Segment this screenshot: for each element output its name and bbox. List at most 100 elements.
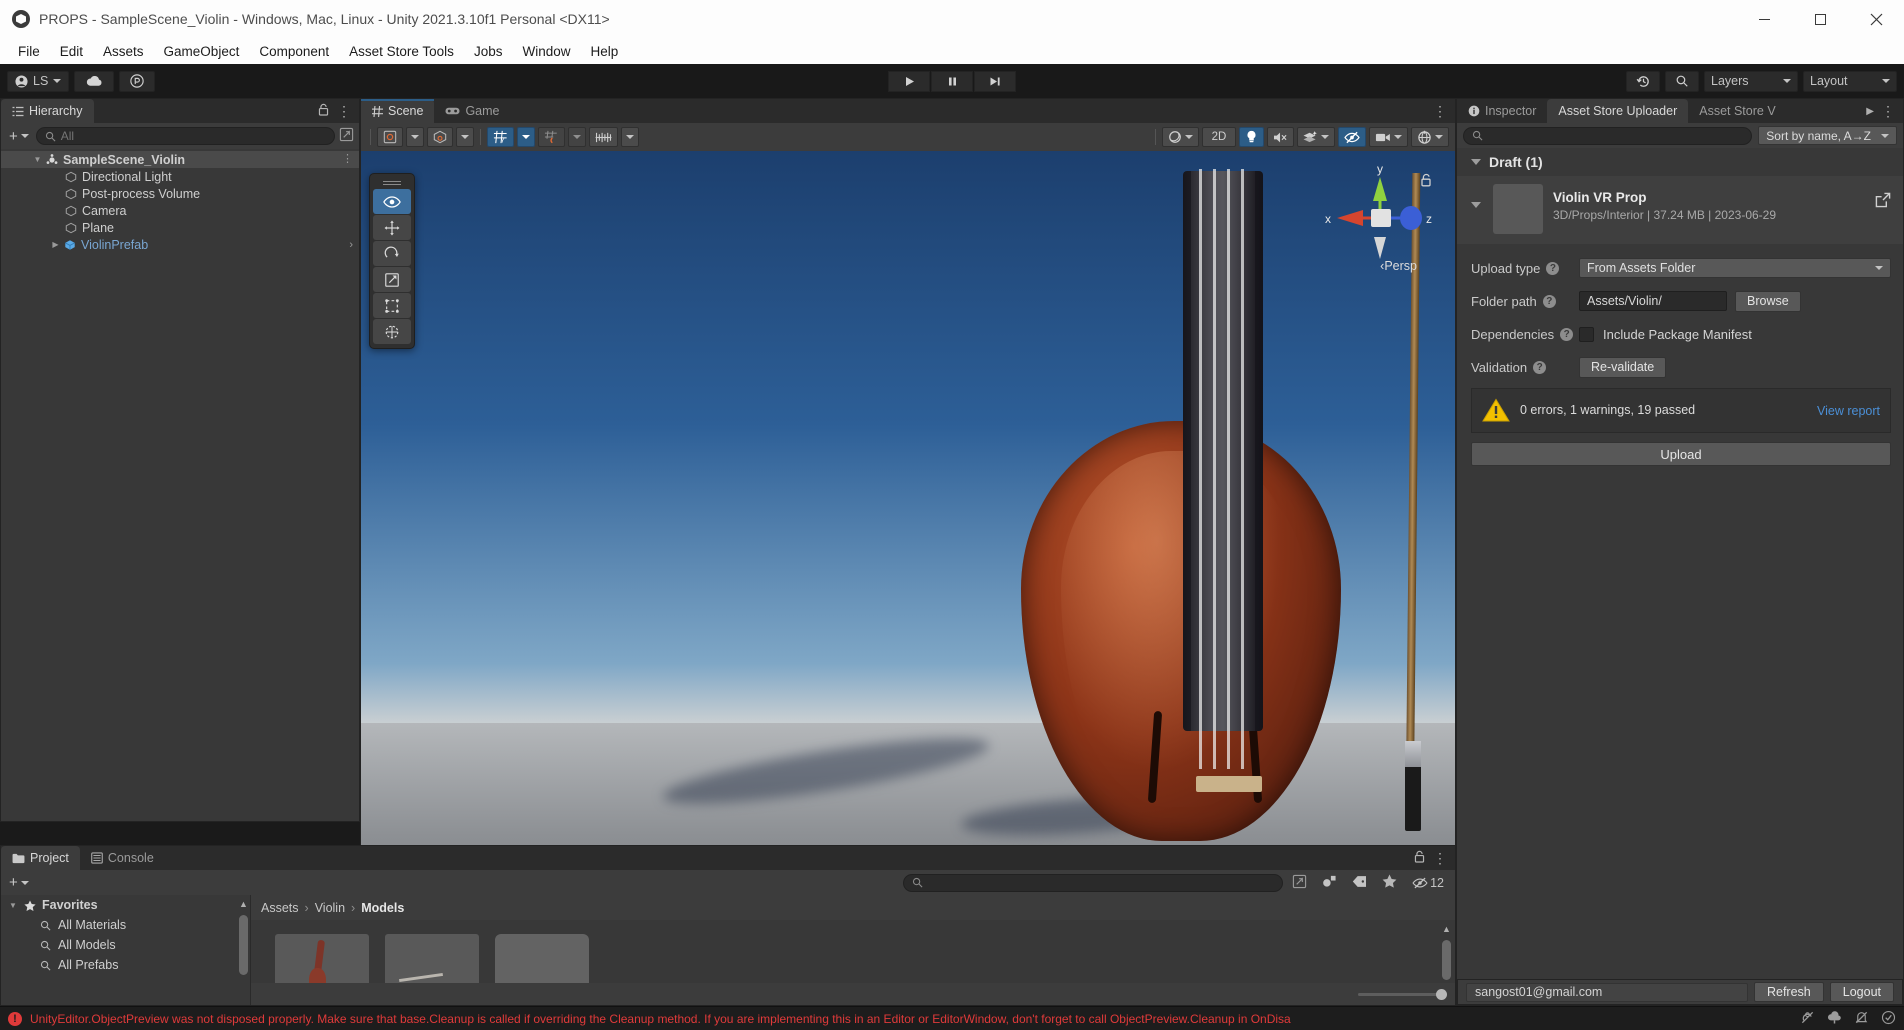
project-search-input[interactable] [903, 873, 1284, 892]
overlay-drag-handle[interactable] [373, 178, 411, 188]
move-tool[interactable] [373, 215, 411, 240]
hidden-objects-button[interactable] [1338, 127, 1366, 147]
grid-visibility-button[interactable] [538, 127, 565, 147]
menu-window[interactable]: Window [512, 41, 580, 62]
menu-assets[interactable]: Assets [93, 41, 154, 62]
pivot-rotation-button[interactable] [427, 127, 453, 147]
upload-button[interactable]: Upload [1471, 442, 1891, 466]
asset-item[interactable] [385, 934, 479, 983]
view-tool[interactable] [373, 189, 411, 214]
tab-hierarchy[interactable]: Hierarchy [1, 99, 94, 123]
check-status-icon[interactable] [1881, 1010, 1896, 1028]
menu-file[interactable]: File [8, 41, 50, 62]
scrollbar-thumb[interactable] [1442, 940, 1451, 980]
hierarchy-row-post-process-volume[interactable]: Post-process Volume [1, 185, 359, 202]
pivot-rotation-dropdown[interactable] [456, 127, 474, 147]
hidden-count-indicator[interactable]: 12 [1412, 876, 1444, 890]
history-button[interactable] [1626, 70, 1660, 92]
type-filter-icon[interactable] [1322, 874, 1337, 891]
asset-grid-scrollbar[interactable]: ▲ [1442, 924, 1451, 980]
scroll-up-arrow[interactable]: ▲ [1442, 924, 1451, 934]
cloud-status-icon[interactable] [1827, 1010, 1842, 1028]
expand-triangle-icon[interactable]: ▼ [31, 155, 44, 164]
hierarchy-row-directional-light[interactable]: Directional Light [1, 168, 359, 185]
tab-asset-store-uploader[interactable]: Asset Store Uploader [1547, 99, 1689, 123]
rotate-tool[interactable] [373, 241, 411, 266]
hierarchy-row-plane[interactable]: Plane [1, 219, 359, 236]
logout-button[interactable]: Logout [1829, 982, 1894, 1002]
scene-lighting-button[interactable] [1239, 127, 1264, 147]
no-notification-icon[interactable] [1854, 1010, 1869, 1028]
folder-path-input[interactable]: Assets/Violin/ [1579, 291, 1727, 311]
plastic-scm-button[interactable] [119, 70, 156, 92]
tab-game[interactable]: Game [434, 99, 510, 123]
chevron-right-icon[interactable]: › [349, 239, 353, 251]
shading-mode-button[interactable] [1162, 127, 1199, 147]
scene-menu-icon[interactable]: ⋮ [1433, 104, 1447, 118]
help-icon[interactable]: ? [1542, 294, 1556, 308]
layers-dropdown[interactable]: Layers [1704, 70, 1798, 92]
hierarchy-add-button[interactable]: + [6, 128, 32, 145]
scale-tool[interactable] [373, 267, 411, 292]
slider-knob[interactable] [1436, 988, 1447, 1000]
play-button[interactable] [888, 70, 930, 92]
project-tree-favorites[interactable]: ▼ Favorites [1, 895, 250, 915]
asset-item[interactable] [495, 934, 589, 983]
menu-jobs[interactable]: Jobs [464, 41, 513, 62]
scene-view-gizmo[interactable]: y x z [1325, 162, 1435, 273]
scroll-up-arrow[interactable]: ▲ [239, 899, 248, 909]
scene-camera-button[interactable] [1369, 127, 1408, 147]
sort-dropdown[interactable]: Sort by name, A→Z [1758, 126, 1897, 145]
project-add-button[interactable]: + [6, 874, 32, 891]
help-icon[interactable]: ? [1533, 360, 1547, 374]
tab-console[interactable]: Console [80, 846, 165, 870]
draw-mode-button[interactable] [377, 127, 403, 147]
menu-component[interactable]: Component [249, 41, 339, 62]
project-tree-all-prefabs[interactable]: All Prefabs [1, 955, 250, 975]
external-link-icon[interactable] [1875, 184, 1891, 211]
close-button[interactable] [1848, 0, 1904, 38]
fx-button[interactable] [1297, 127, 1335, 147]
hierarchy-search-expand-icon[interactable] [339, 127, 354, 145]
expand-triangle-icon[interactable]: ▼ [5, 901, 21, 910]
hierarchy-search-input[interactable]: All [35, 127, 335, 145]
label-filter-icon[interactable] [1352, 875, 1367, 891]
grid-snap-button[interactable]: Y [487, 127, 514, 147]
lock-icon[interactable] [318, 103, 329, 119]
snap-increment-dropdown[interactable] [621, 127, 639, 147]
pause-button[interactable] [931, 70, 973, 92]
scene-audio-button[interactable] [1267, 127, 1294, 147]
layout-dropdown[interactable]: Layout [1803, 70, 1897, 92]
search-button[interactable] [1665, 70, 1699, 92]
transform-tool[interactable] [373, 319, 411, 344]
project-menu-icon[interactable]: ⋮ [1433, 851, 1447, 865]
hierarchy-row-violinprefab[interactable]: ▶ ViolinPrefab › [1, 236, 359, 253]
uploader-search-input[interactable] [1463, 126, 1753, 145]
browse-button[interactable]: Browse [1735, 290, 1801, 312]
breadcrumb-violin[interactable]: Violin [315, 901, 345, 915]
package-row[interactable]: Violin VR Prop 3D/Props/Interior | 37.24… [1457, 176, 1903, 244]
tab-asset-store-validator[interactable]: Asset Store V [1688, 99, 1779, 123]
expand-icon[interactable] [1292, 874, 1307, 892]
help-icon[interactable]: ? [1560, 327, 1574, 341]
hierarchy-row-menu-icon[interactable]: ⋮ [342, 154, 353, 165]
account-button[interactable]: LS [7, 70, 70, 92]
package-expand-triangle-icon[interactable] [1471, 202, 1481, 208]
menu-help[interactable]: Help [580, 41, 628, 62]
refresh-button[interactable]: Refresh [1753, 982, 1824, 1002]
maximize-button[interactable] [1792, 0, 1848, 38]
revalidate-button[interactable]: Re-validate [1579, 356, 1667, 378]
gizmos-button[interactable] [1411, 127, 1449, 147]
draft-section-header[interactable]: Draft (1) [1457, 148, 1903, 176]
grid-visibility-dropdown[interactable] [568, 127, 586, 147]
asset-item[interactable] [275, 934, 369, 983]
grid-snap-dropdown[interactable] [517, 127, 535, 147]
scrollbar-thumb[interactable] [239, 915, 248, 975]
project-asset-grid[interactable]: ▲ [251, 920, 1455, 983]
menu-asset-store-tools[interactable]: Asset Store Tools [339, 41, 464, 62]
hierarchy-row-samplescene[interactable]: ▼ SampleScene_Violin ⋮ [1, 151, 359, 168]
minimize-button[interactable] [1736, 0, 1792, 38]
project-tree-all-materials[interactable]: All Materials [1, 915, 250, 935]
breadcrumb-assets[interactable]: Assets [261, 901, 299, 915]
menu-edit[interactable]: Edit [50, 41, 93, 62]
